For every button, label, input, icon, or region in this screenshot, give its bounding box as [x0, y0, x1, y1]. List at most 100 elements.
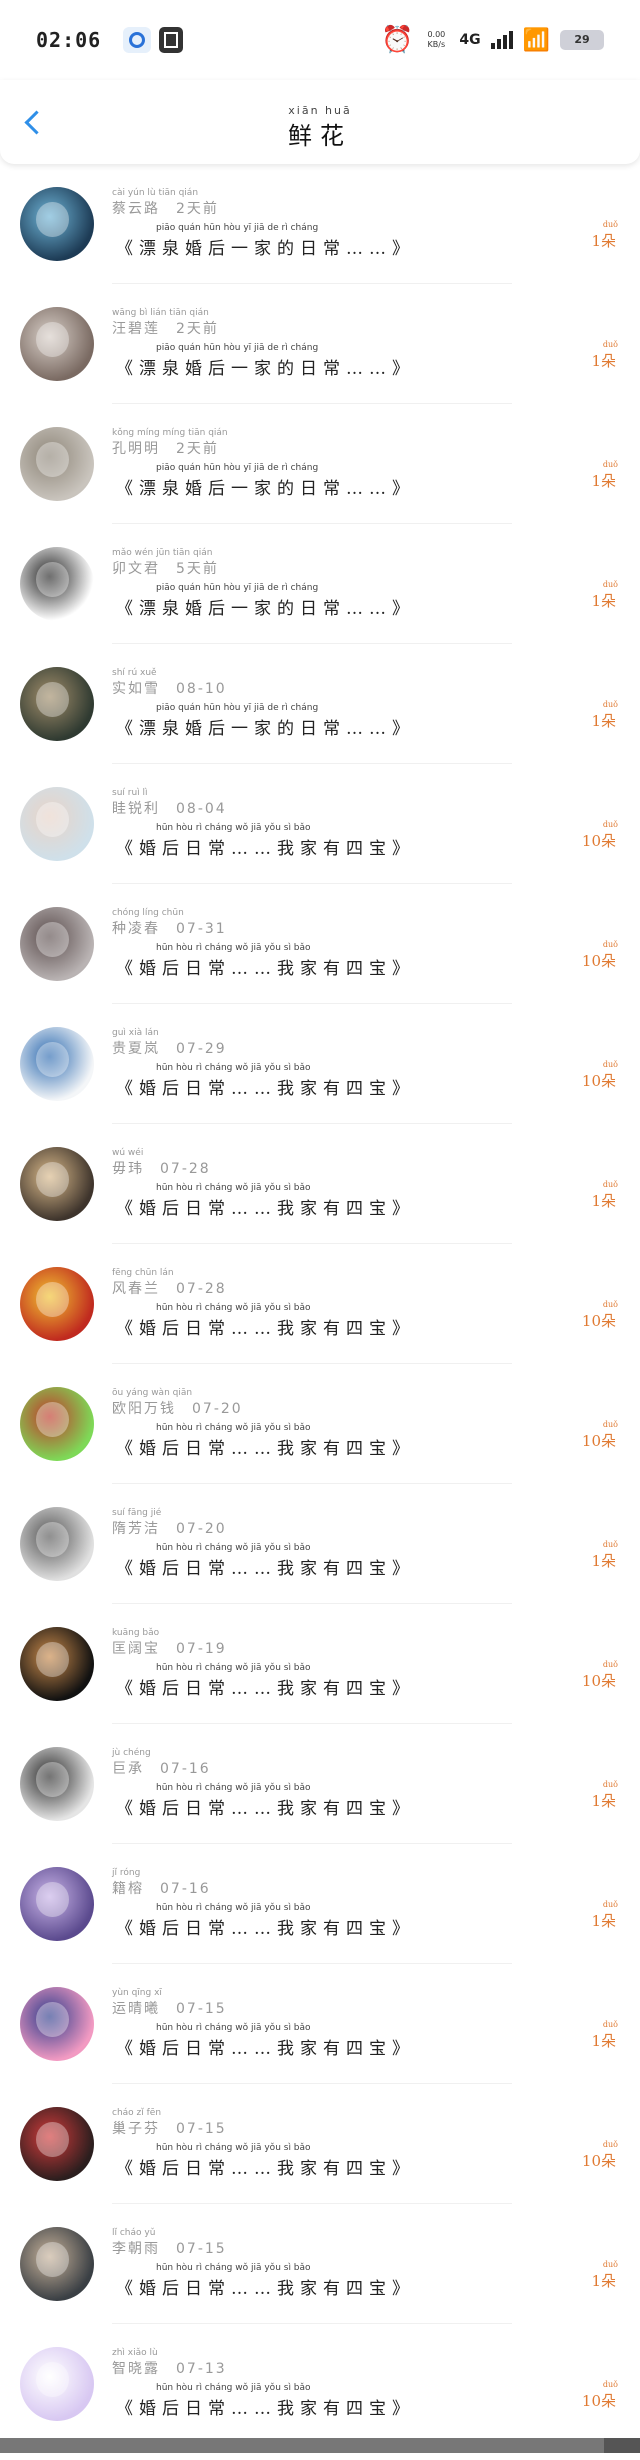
post-title-link[interactable]: 《婚后日常……我家有四宝》 — [116, 1314, 415, 1339]
avatar[interactable] — [20, 1747, 94, 1821]
post-title-link[interactable]: 《漂泉婚后一家的日常……》 — [116, 714, 415, 739]
post-title-link[interactable]: 《婚后日常……我家有四宝》 — [116, 1434, 415, 1459]
avatar[interactable] — [20, 1867, 94, 1941]
avatar[interactable] — [20, 307, 94, 381]
avatar[interactable] — [20, 907, 94, 981]
post-title-link[interactable]: 《婚后日常……我家有四宝》 — [116, 1794, 415, 1819]
avatar[interactable] — [20, 667, 94, 741]
flower-count: duǒ 10朵 — [582, 1300, 618, 1331]
flower-count: duǒ 1朵 — [591, 220, 618, 251]
avatar[interactable] — [20, 2347, 94, 2421]
flower-count: duǒ 10朵 — [582, 2380, 618, 2411]
divider — [112, 1963, 512, 1964]
avatar[interactable] — [20, 187, 94, 261]
post-date: 2天前 — [176, 441, 219, 457]
flower-count-text: 1朵 — [591, 1192, 616, 1210]
network-speed: 0.00 KB/s — [423, 30, 449, 50]
post-title-link[interactable]: 《婚后日常……我家有四宝》 — [116, 1074, 415, 1099]
post-title-link[interactable]: 《漂泉婚后一家的日常……》 — [116, 594, 415, 619]
avatar[interactable] — [20, 2107, 94, 2181]
user-name: 实如雪 — [112, 681, 160, 697]
avatar[interactable] — [20, 1147, 94, 1221]
network-speed-unit: KB/s — [427, 40, 446, 49]
post-title-link[interactable]: 《漂泉婚后一家的日常……》 — [116, 234, 415, 259]
avatar[interactable] — [20, 2227, 94, 2301]
post-title-link[interactable]: 《婚后日常……我家有四宝》 — [116, 1194, 415, 1219]
flower-count-text: 1朵 — [591, 232, 616, 250]
post-date: 07-15 — [176, 2001, 227, 2017]
post-title-pinyin: hūn hòu rì cháng wǒ jiā yǒu sì bǎo — [156, 2023, 311, 2033]
avatar[interactable] — [20, 1387, 94, 1461]
list-item[interactable]: kuāng bǎo 匡阔宝 07-19 hūn hòu rì cháng wǒ jiā… — [0, 1620, 640, 1740]
post-title-link[interactable]: 《婚后日常……我家有四宝》 — [116, 2274, 415, 2299]
post-title-link[interactable]: 《婚后日常……我家有四宝》 — [116, 2034, 415, 2059]
list-item[interactable]: kǒng míng míng tiān qián 孔明明 2天前 piāo quán … — [0, 420, 640, 540]
post-date: 07-15 — [176, 2121, 227, 2137]
post-date: 07-20 — [192, 1401, 243, 1417]
user-name: 蔡云路 — [112, 201, 160, 217]
list-item[interactable]: yùn qīng xī 运晴曦 07-15 hūn hòu rì cháng wǒ j… — [0, 1980, 640, 2100]
flower-count-pinyin: duǒ — [602, 1300, 618, 1309]
list-item[interactable]: suí ruì lì 眭锐利 08-04 hūn hòu rì cháng wǒ ji… — [0, 780, 640, 900]
status-right: ⏰ 0.00 KB/s 4G 📶 29 — [381, 25, 604, 55]
avatar[interactable] — [20, 787, 94, 861]
list-item[interactable]: guì xià lán 贵夏岚 07-29 hūn hòu rì cháng wǒ j… — [0, 1020, 640, 1140]
user-info: 李朝雨 07-15 — [112, 2238, 227, 2258]
post-date: 2天前 — [176, 321, 219, 337]
flower-count: duǒ 10朵 — [582, 1420, 618, 1451]
list-item[interactable]: fēng chūn lán 风春兰 07-28 hūn hòu rì cháng wǒ… — [0, 1260, 640, 1380]
post-title-link[interactable]: 《婚后日常……我家有四宝》 — [116, 2154, 415, 2179]
post-title-pinyin: hūn hòu rì cháng wǒ jiā yǒu sì bǎo — [156, 1543, 311, 1553]
list-item[interactable]: mǎo wén jūn tiān qián 卯文君 5天前 piāo quán hūn… — [0, 540, 640, 660]
flower-count: duǒ 1朵 — [591, 1900, 618, 1931]
avatar[interactable] — [20, 1027, 94, 1101]
post-title-pinyin: hūn hòu rì cháng wǒ jiā yǒu sì bǎo — [156, 1423, 311, 1433]
wifi-icon: 📶 — [522, 27, 550, 53]
avatar[interactable] — [20, 1507, 94, 1581]
list-item[interactable]: lǐ cháo yǔ 李朝雨 07-15 hūn hòu rì cháng wǒ ji… — [0, 2220, 640, 2340]
post-title-pinyin: piāo quán hūn hòu yī jiā de rì cháng — [156, 703, 319, 713]
user-info: 贵夏岚 07-29 — [112, 1038, 227, 1058]
post-title-link[interactable]: 《婚后日常……我家有四宝》 — [116, 1674, 415, 1699]
divider — [112, 2203, 512, 2204]
divider — [112, 2083, 512, 2084]
post-title-pinyin: piāo quán hūn hòu yī jiā de rì cháng — [156, 583, 319, 593]
list-item[interactable]: wāng bì lián tiān qián 汪碧莲 2天前 piāo quán hū… — [0, 300, 640, 420]
post-title-link[interactable]: 《婚后日常……我家有四宝》 — [116, 1914, 415, 1939]
list-item[interactable]: suí fāng jié 隋芳洁 07-20 hūn hòu rì cháng wǒ … — [0, 1500, 640, 1620]
divider — [112, 1603, 512, 1604]
list-item[interactable]: shí rú xuě 实如雪 08-10 piāo quán hūn hòu yī j… — [0, 660, 640, 780]
post-title-link[interactable]: 《漂泉婚后一家的日常……》 — [116, 474, 415, 499]
flower-count-pinyin: duǒ — [602, 1420, 618, 1429]
post-title-pinyin: hūn hòu rì cháng wǒ jiā yǒu sì bǎo — [156, 2143, 311, 2153]
avatar[interactable] — [20, 547, 94, 621]
post-title-link[interactable]: 《婚后日常……我家有四宝》 — [116, 834, 415, 859]
avatar[interactable] — [20, 1267, 94, 1341]
post-title-link[interactable]: 《漂泉婚后一家的日常……》 — [116, 354, 415, 379]
avatar[interactable] — [20, 1987, 94, 2061]
avatar[interactable] — [20, 427, 94, 501]
list-item[interactable]: jǐ róng 籍榕 07-16 hūn hòu rì cháng wǒ jiā yǒ… — [0, 1860, 640, 1980]
divider — [112, 1483, 512, 1484]
post-title-pinyin: hūn hòu rì cháng wǒ jiā yǒu sì bǎo — [156, 1903, 311, 1913]
user-name: 卯文君 — [112, 561, 160, 577]
flower-count-text: 1朵 — [591, 1792, 616, 1810]
post-title-link[interactable]: 《婚后日常……我家有四宝》 — [116, 1554, 415, 1579]
post-title-link[interactable]: 《婚后日常……我家有四宝》 — [116, 2394, 415, 2419]
avatar[interactable] — [20, 1627, 94, 1701]
bottom-scrollbar[interactable] — [0, 2438, 640, 2453]
list-item[interactable]: jù chéng 巨承 07-16 hūn hòu rì cháng wǒ jiā y… — [0, 1740, 640, 1860]
divider — [112, 1123, 512, 1124]
user-info: 隋芳洁 07-20 — [112, 1518, 227, 1538]
list-item[interactable]: cài yún lù tiān qián 蔡云路 2天前 piāo quán hūn … — [0, 180, 640, 300]
flower-count-text: 10朵 — [581, 1072, 616, 1090]
flower-count-pinyin: duǒ — [602, 1060, 618, 1069]
user-name: 隋芳洁 — [112, 1521, 160, 1537]
post-title-pinyin: hūn hòu rì cháng wǒ jiā yǒu sì bǎo — [156, 2263, 311, 2273]
list-item[interactable]: ōu yáng wàn qiān 欧阳万钱 07-20 hūn hòu rì chán… — [0, 1380, 640, 1500]
post-title-link[interactable]: 《婚后日常……我家有四宝》 — [116, 954, 415, 979]
app-notification-icon-2 — [159, 27, 184, 53]
list-item[interactable]: chóng líng chūn 种凌春 07-31 hūn hòu rì cháng … — [0, 900, 640, 1020]
list-item[interactable]: wú wéi 毋玮 07-28 hūn hòu rì cháng wǒ jiā yǒu… — [0, 1140, 640, 1260]
list-item[interactable]: cháo zǐ fēn 巢子芬 07-15 hūn hòu rì cháng wǒ j… — [0, 2100, 640, 2220]
